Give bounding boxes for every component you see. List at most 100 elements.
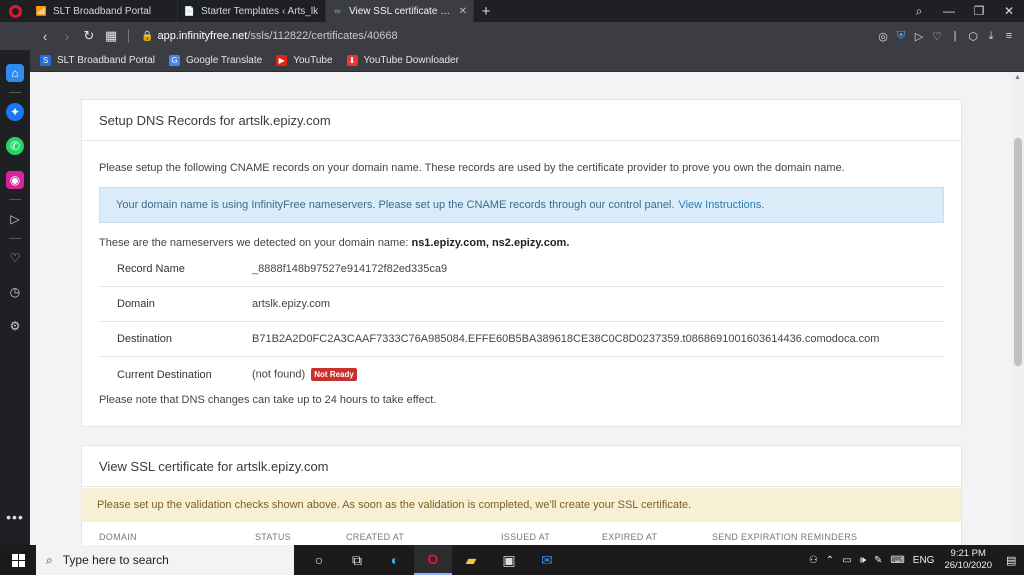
scrollbar-thumb[interactable] (1014, 138, 1022, 366)
record-row-name: Record Name _8888f148b97527e914172f82ed3… (99, 252, 944, 287)
clock-date: 26/10/2020 (944, 560, 992, 571)
scroll-up-icon[interactable]: ▲ (1014, 74, 1021, 81)
column-header-domain: DOMAIN (99, 532, 137, 542)
view-instructions-link[interactable]: View Instructions. (678, 199, 764, 211)
divider (128, 29, 129, 43)
bookmark-slt-broadband[interactable]: S SLT Broadband Portal (40, 55, 155, 66)
bookmark-youtube-downloader[interactable]: ⬇ YouTube Downloader (346, 55, 459, 66)
store-icon[interactable]: ▣ (490, 545, 528, 575)
divider (9, 199, 21, 200)
google-translate-icon: G (169, 55, 181, 66)
speed-dial-icon[interactable]: ▦ (100, 28, 122, 44)
record-value[interactable]: B71B2A2D0FC2A3CAAF7333C76A985084.EFFE60B… (252, 333, 879, 345)
ssl-card-title: View SSL certificate for artslk.epizy.co… (82, 446, 961, 487)
menu-icon[interactable]: ≡ (1000, 30, 1018, 42)
show-hidden-icons-icon[interactable]: ⌃ (826, 555, 834, 566)
extensions-cube-icon[interactable]: ⬡ (964, 30, 982, 43)
opera-taskbar-icon[interactable]: O (414, 545, 452, 575)
bookmark-label: YouTube Downloader (363, 55, 459, 66)
history-clock-icon[interactable]: ◷ (6, 283, 24, 301)
current-destination-value: (not found) (252, 368, 306, 381)
minimize-icon[interactable]: — (934, 4, 964, 18)
column-header-expired-at: EXPIRED AT (602, 532, 658, 542)
forward-icon[interactable]: › (56, 29, 78, 44)
dns-records-card: Setup DNS Records for artslk.epizy.com P… (81, 99, 962, 427)
bookmark-label: Google Translate (186, 55, 263, 66)
dns-propagation-note: Please note that DNS changes can take up… (99, 394, 437, 406)
record-key: Current Destination (117, 368, 212, 381)
tab-starter-templates[interactable]: 📄 Starter Templates ‹ Arts_lk (178, 0, 326, 22)
messenger-icon[interactable]: ✦ (6, 103, 24, 121)
adblock-shield-icon[interactable]: ⛨ (892, 30, 910, 43)
new-tab-button[interactable]: + (474, 0, 498, 22)
youtube-downloader-icon: ⬇ (346, 55, 358, 66)
record-key: Record Name (117, 263, 185, 275)
opera-logo-icon[interactable] (0, 0, 30, 22)
column-header-send-expiration-reminders: SEND EXPIRATION REMINDERS (712, 532, 858, 542)
browser-tab-strip: 📶 SLT Broadband Portal 📄 Starter Templat… (0, 0, 1024, 22)
reload-icon[interactable]: ↻ (78, 28, 100, 44)
heart-icon[interactable]: ♡ (928, 30, 946, 43)
bookmark-google-translate[interactable]: G Google Translate (169, 55, 262, 66)
more-icon[interactable]: ••• (6, 509, 24, 525)
taskbar-apps: ○ ⧉ ◐ O ▰ ▣ ✉ (300, 545, 566, 575)
search-tabs-icon[interactable]: ⌕ (904, 4, 934, 19)
nameservers-prefix: These are the nameservers we detected on… (99, 237, 409, 249)
address-bar-actions: ◎ ⛨ ▷ ♡ | ⬡ ⤓ ≡ (874, 30, 1024, 43)
record-value: (not found) Not Ready (252, 368, 357, 381)
download-icon[interactable]: ⤓ (982, 30, 1000, 43)
not-ready-status-badge: Not Ready (311, 368, 357, 381)
favorites-heart-icon[interactable]: ♡ (6, 249, 24, 267)
volume-icon[interactable]: 🕪 (860, 555, 866, 566)
taskbar-search-box[interactable]: ⌕ Type here to search (36, 545, 294, 575)
info-text: Your domain name is using InfinityFree n… (116, 199, 675, 211)
ssl-certificate-card: View SSL certificate for artslk.epizy.co… (81, 445, 962, 545)
cortana-icon[interactable]: ○ (300, 545, 338, 575)
notifications-icon[interactable]: ▤ (1006, 554, 1020, 567)
whatsapp-icon[interactable]: ✆ (6, 137, 24, 155)
youtube-icon: ▶ (276, 55, 288, 66)
windows-logo-icon (11, 553, 25, 567)
slt-favicon-icon: 📶 (35, 5, 48, 16)
edge-icon[interactable]: ◐ (376, 545, 414, 575)
record-value[interactable]: artslk.epizy.com (252, 298, 330, 310)
bookmark-youtube[interactable]: ▶ YouTube (276, 55, 333, 66)
tab-slt-broadband[interactable]: 📶 SLT Broadband Portal (30, 0, 178, 22)
url-path: /ssls/112822/certificates/40668 (247, 30, 398, 42)
settings-gear-icon[interactable]: ⚙ (6, 317, 24, 335)
nameserver-info-alert: Your domain name is using InfinityFree n… (99, 187, 944, 223)
page-scrollbar[interactable]: ▲ (1011, 72, 1024, 545)
close-tab-icon[interactable]: ✕ (459, 6, 467, 17)
back-icon[interactable]: ‹ (34, 29, 56, 44)
url-field[interactable]: app.infinityfree.net/ssls/112822/certifi… (157, 30, 397, 42)
record-value[interactable]: _8888f148b97527e914172f82ed335ca9 (252, 263, 447, 275)
flow-icon[interactable]: ▷ (6, 210, 24, 228)
network-icon[interactable]: ▭ (842, 555, 851, 566)
close-window-icon[interactable]: ✕ (994, 4, 1024, 18)
nameservers-text: These are the nameservers we detected on… (99, 237, 569, 249)
people-icon[interactable]: ⚇ (809, 555, 818, 566)
home-icon[interactable]: ⌂ (6, 64, 24, 82)
file-explorer-icon[interactable]: ▰ (452, 545, 490, 575)
restore-icon[interactable]: ❐ (964, 4, 994, 18)
camera-icon[interactable]: ◎ (874, 30, 892, 43)
flow-send-icon[interactable]: ▷ (910, 30, 928, 43)
start-button[interactable] (0, 553, 36, 567)
search-placeholder: Type here to search (62, 553, 169, 567)
lock-icon[interactable]: 🔒 (141, 31, 153, 42)
task-view-icon[interactable]: ⧉ (338, 545, 376, 575)
clock[interactable]: 9:21 PM 26/10/2020 (944, 548, 992, 572)
record-row-current-destination: Current Destination (not found) Not Read… (99, 357, 944, 392)
tab-title: Starter Templates ‹ Arts_lk (201, 5, 319, 17)
column-header-status: STATUS (255, 532, 291, 542)
language-indicator[interactable]: ENG (913, 555, 935, 566)
keyboard-icon[interactable]: ⌨ (890, 555, 904, 566)
pen-icon[interactable]: ✎ (874, 555, 882, 566)
url-domain: app.infinityfree.net (157, 30, 248, 42)
mail-icon[interactable]: ✉ (528, 545, 566, 575)
bookmark-label: SLT Broadband Portal (57, 55, 156, 66)
tab-view-ssl-certificate[interactable]: ∞ View SSL certificate for arts ✕ (326, 0, 474, 22)
instagram-icon[interactable]: ◉ (6, 171, 24, 189)
clock-time: 9:21 PM (950, 548, 986, 559)
nameservers-values: ns1.epizy.com, ns2.epizy.com. (411, 237, 570, 249)
